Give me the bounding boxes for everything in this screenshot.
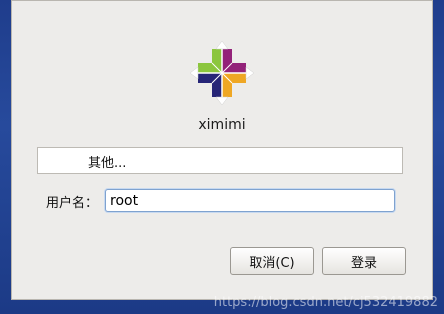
login-button[interactable]: 登录 [322, 247, 406, 275]
watermark-text: https://blog.csdn.net/cj532419882 [213, 295, 438, 310]
hostname-label: ximimi [198, 117, 246, 133]
username-label: 用户名： [46, 196, 99, 211]
username-input[interactable] [105, 189, 395, 212]
user-list-item-other[interactable]: 其他... [88, 152, 126, 171]
login-dialog: ximimi 其他... 用户名： 取消(C) 登录 [11, 0, 433, 300]
user-list[interactable]: 其他... [37, 147, 403, 174]
centos-logo-icon [190, 41, 254, 105]
cancel-button[interactable]: 取消(C) [230, 247, 314, 275]
